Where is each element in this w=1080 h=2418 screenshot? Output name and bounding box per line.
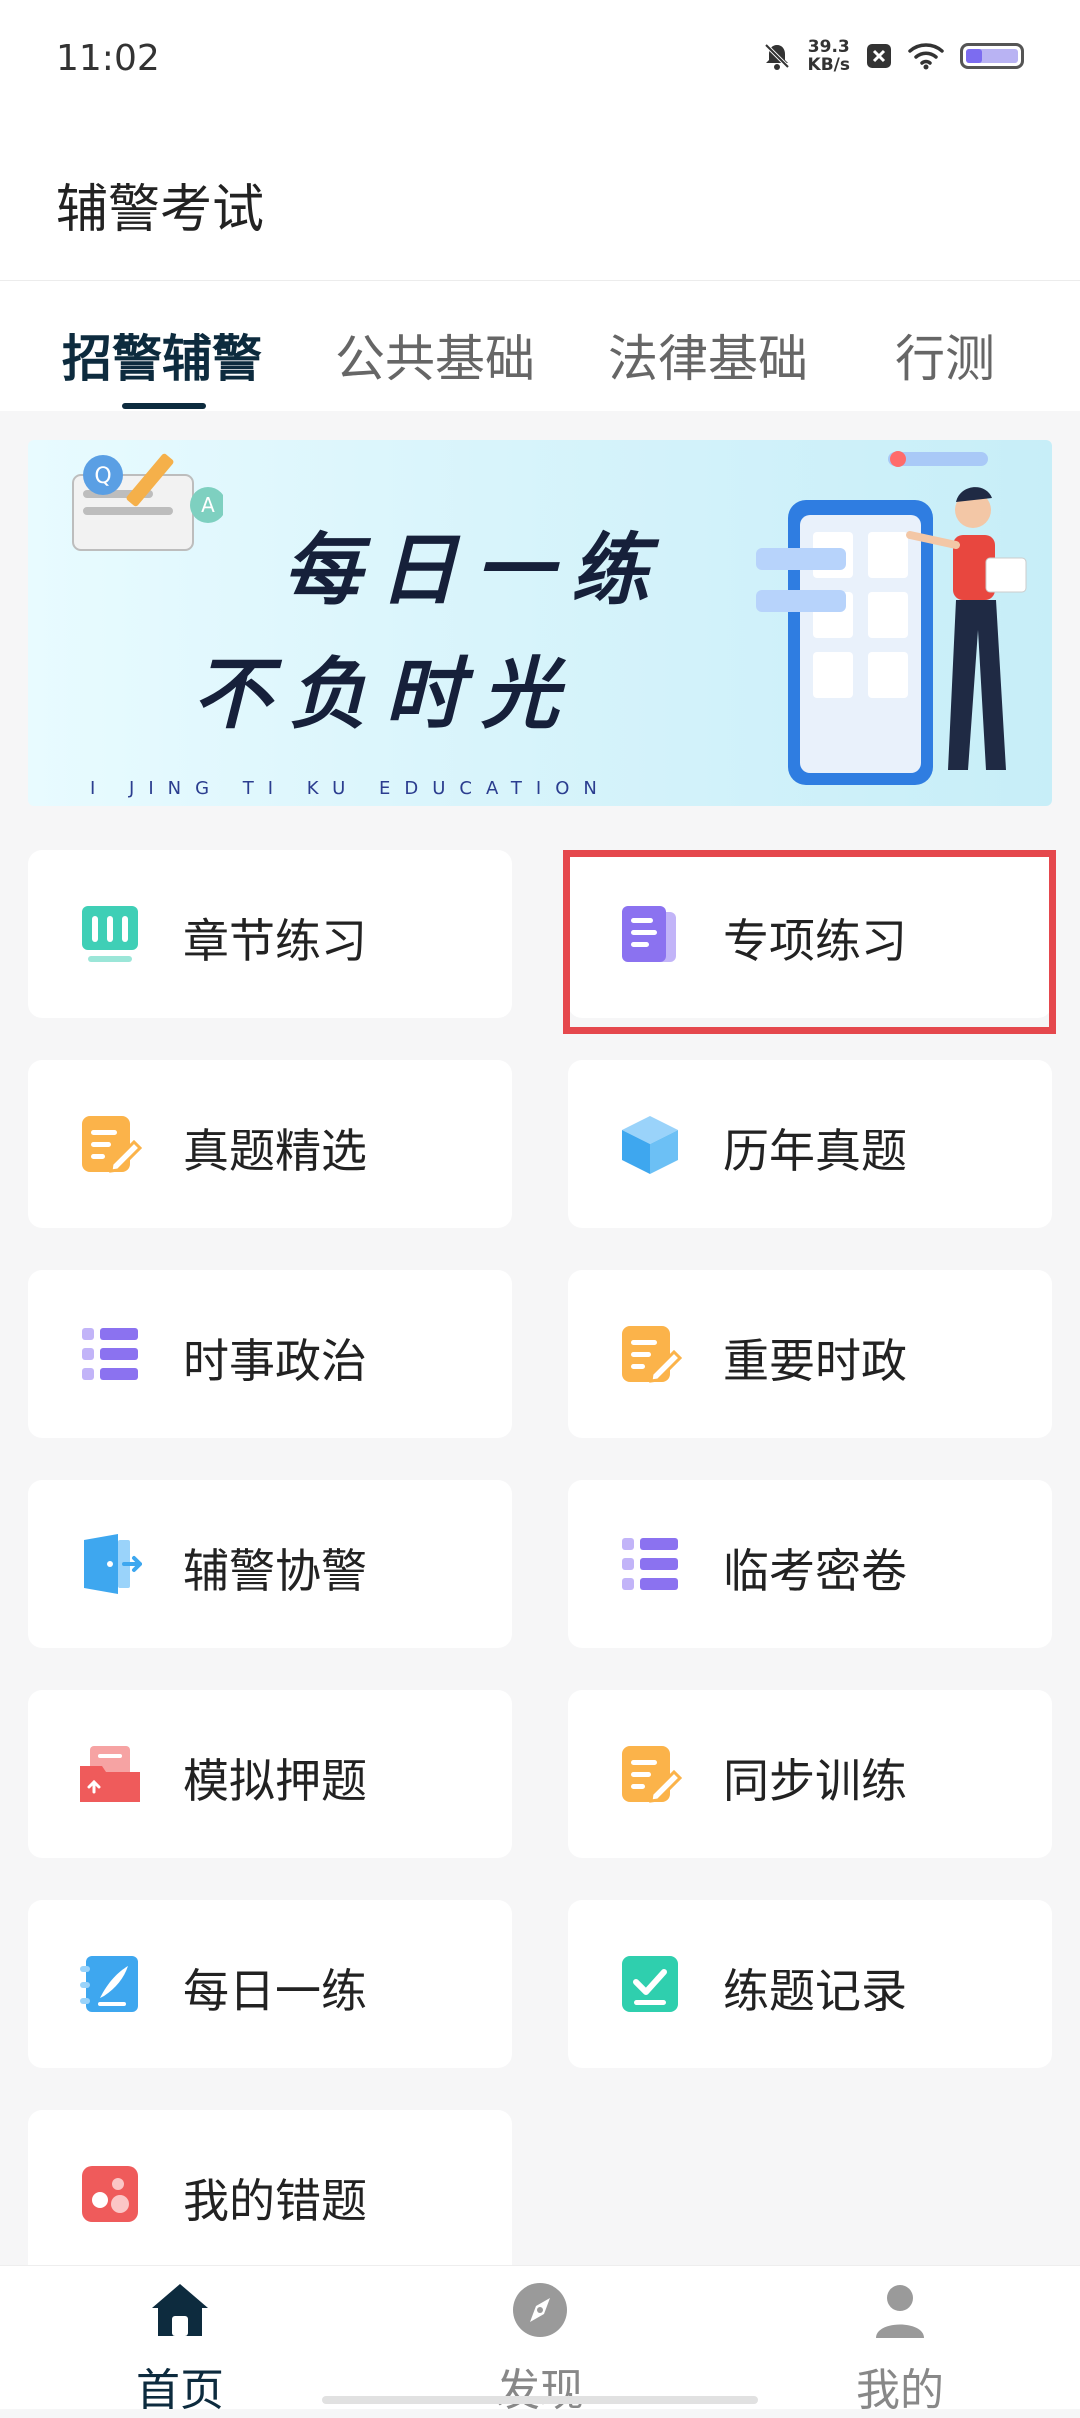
notebook-pen-icon xyxy=(80,1956,138,2012)
status-icons: 39.3 KB/s xyxy=(762,38,1024,74)
grid-item-label: 同步训练 xyxy=(723,1754,907,1808)
grid-item-label: 临考密卷 xyxy=(723,1544,907,1598)
network-speed: 39.3 KB/s xyxy=(808,38,850,74)
compass-icon xyxy=(513,2283,567,2337)
nav-label: 我的 xyxy=(856,2365,944,2416)
edit-note-icon xyxy=(622,1326,682,1383)
promo-banner[interactable]: Q A 每日一练 不负时光 I JING TI KU EDUCATION xyxy=(28,440,1052,806)
grid-item-label: 章节练习 xyxy=(183,914,367,968)
svg-text:A: A xyxy=(201,493,215,517)
grid-item-key-politics[interactable]: 重要时政 xyxy=(568,1270,1052,1438)
check-box-icon xyxy=(622,1956,678,2012)
grid-item-label: 时事政治 xyxy=(183,1334,367,1388)
qa-scroll-icon: Q A xyxy=(72,453,223,551)
status-bar: 11:02 39.3 KB/s xyxy=(0,0,1080,125)
grid-item-practice-record[interactable]: 练题记录 xyxy=(568,1900,1052,2068)
nav-label: 发现 xyxy=(496,2365,584,2416)
grid-item-mock-prediction[interactable]: 模拟押题 xyxy=(28,1690,512,1858)
nav-mine[interactable]: 我的 xyxy=(800,2278,1000,2418)
home-icon xyxy=(152,2284,208,2336)
bar-chart-icon xyxy=(82,906,138,962)
error-dots-icon xyxy=(82,2166,138,2222)
grid-item-secret-papers[interactable]: 临考密卷 xyxy=(568,1480,1052,1648)
grid-item-special-practice[interactable]: 专项练习 xyxy=(568,850,1052,1018)
page-title: 辅警考试 xyxy=(56,180,265,240)
edit-note-icon xyxy=(622,1746,682,1803)
bottom-nav: 首页 发现 我的 xyxy=(0,2265,1080,2416)
tab-zhaojing-fujing[interactable]: 招警辅警 xyxy=(62,319,262,391)
document-icon xyxy=(622,906,676,962)
list-icon xyxy=(82,1328,138,1380)
grid-item-chapter-practice[interactable]: 章节练习 xyxy=(28,850,512,1018)
svg-text:Q: Q xyxy=(94,464,111,489)
grid-item-daily-practice[interactable]: 每日一练 xyxy=(28,1900,512,2068)
grid-item-my-mistakes[interactable]: 我的错题 xyxy=(28,2110,512,2278)
speed-unit: KB/s xyxy=(807,55,850,75)
list-icon xyxy=(622,1538,678,1590)
home-indicator[interactable] xyxy=(322,2396,758,2404)
banner-line1: 每日一练 xyxy=(283,525,668,616)
door-icon xyxy=(84,1534,142,1594)
app-header: 辅警考试 xyxy=(0,125,1080,281)
grid-item-label: 我的错题 xyxy=(183,2174,367,2228)
grid-item-selected-exams[interactable]: 真题精选 xyxy=(28,1060,512,1228)
tab-gonggong-jichu[interactable]: 公共基础 xyxy=(335,319,535,391)
tab-xingce[interactable]: 行测 xyxy=(895,319,995,391)
grid-item-label: 模拟押题 xyxy=(183,1754,367,1808)
grid-item-auxiliary-police[interactable]: 辅警协警 xyxy=(28,1480,512,1648)
folder-upload-icon xyxy=(80,1746,140,1802)
battery-icon xyxy=(960,43,1024,69)
grid-item-label: 重要时政 xyxy=(723,1334,907,1388)
phone-woman-illustration xyxy=(756,451,1027,785)
tab-indicator xyxy=(122,403,206,409)
grid-item-sync-training[interactable]: 同步训练 xyxy=(568,1690,1052,1858)
banner-subtitle: I JING TI KU EDUCATION xyxy=(90,778,611,799)
tab-falv-jichu[interactable]: 法律基础 xyxy=(608,319,808,391)
speed-value: 39.3 xyxy=(807,37,850,57)
nav-home[interactable]: 首页 xyxy=(80,2278,280,2418)
status-time: 11:02 xyxy=(56,38,160,79)
grid-item-current-politics[interactable]: 时事政治 xyxy=(28,1270,512,1438)
cube-icon xyxy=(622,1116,678,1174)
banner-line2: 不负时光 xyxy=(193,649,578,740)
grid-item-label: 辅警协警 xyxy=(183,1544,367,1598)
grid-item-label: 专项练习 xyxy=(723,914,907,968)
edit-note-icon xyxy=(82,1116,142,1173)
grid-item-label: 练题记录 xyxy=(723,1964,907,2018)
grid-item-past-exams[interactable]: 历年真题 xyxy=(568,1060,1052,1228)
user-icon xyxy=(876,2285,924,2338)
wifi-icon xyxy=(908,43,944,70)
grid-item-label: 真题精选 xyxy=(183,1124,367,1178)
close-box-icon xyxy=(867,44,891,68)
mute-bell-icon xyxy=(764,43,789,70)
nav-label: 首页 xyxy=(136,2365,224,2416)
grid-item-label: 历年真题 xyxy=(723,1124,907,1178)
grid-item-label: 每日一练 xyxy=(183,1964,367,2018)
category-tabs: 招警辅警 公共基础 法律基础 行测 xyxy=(0,281,1080,411)
